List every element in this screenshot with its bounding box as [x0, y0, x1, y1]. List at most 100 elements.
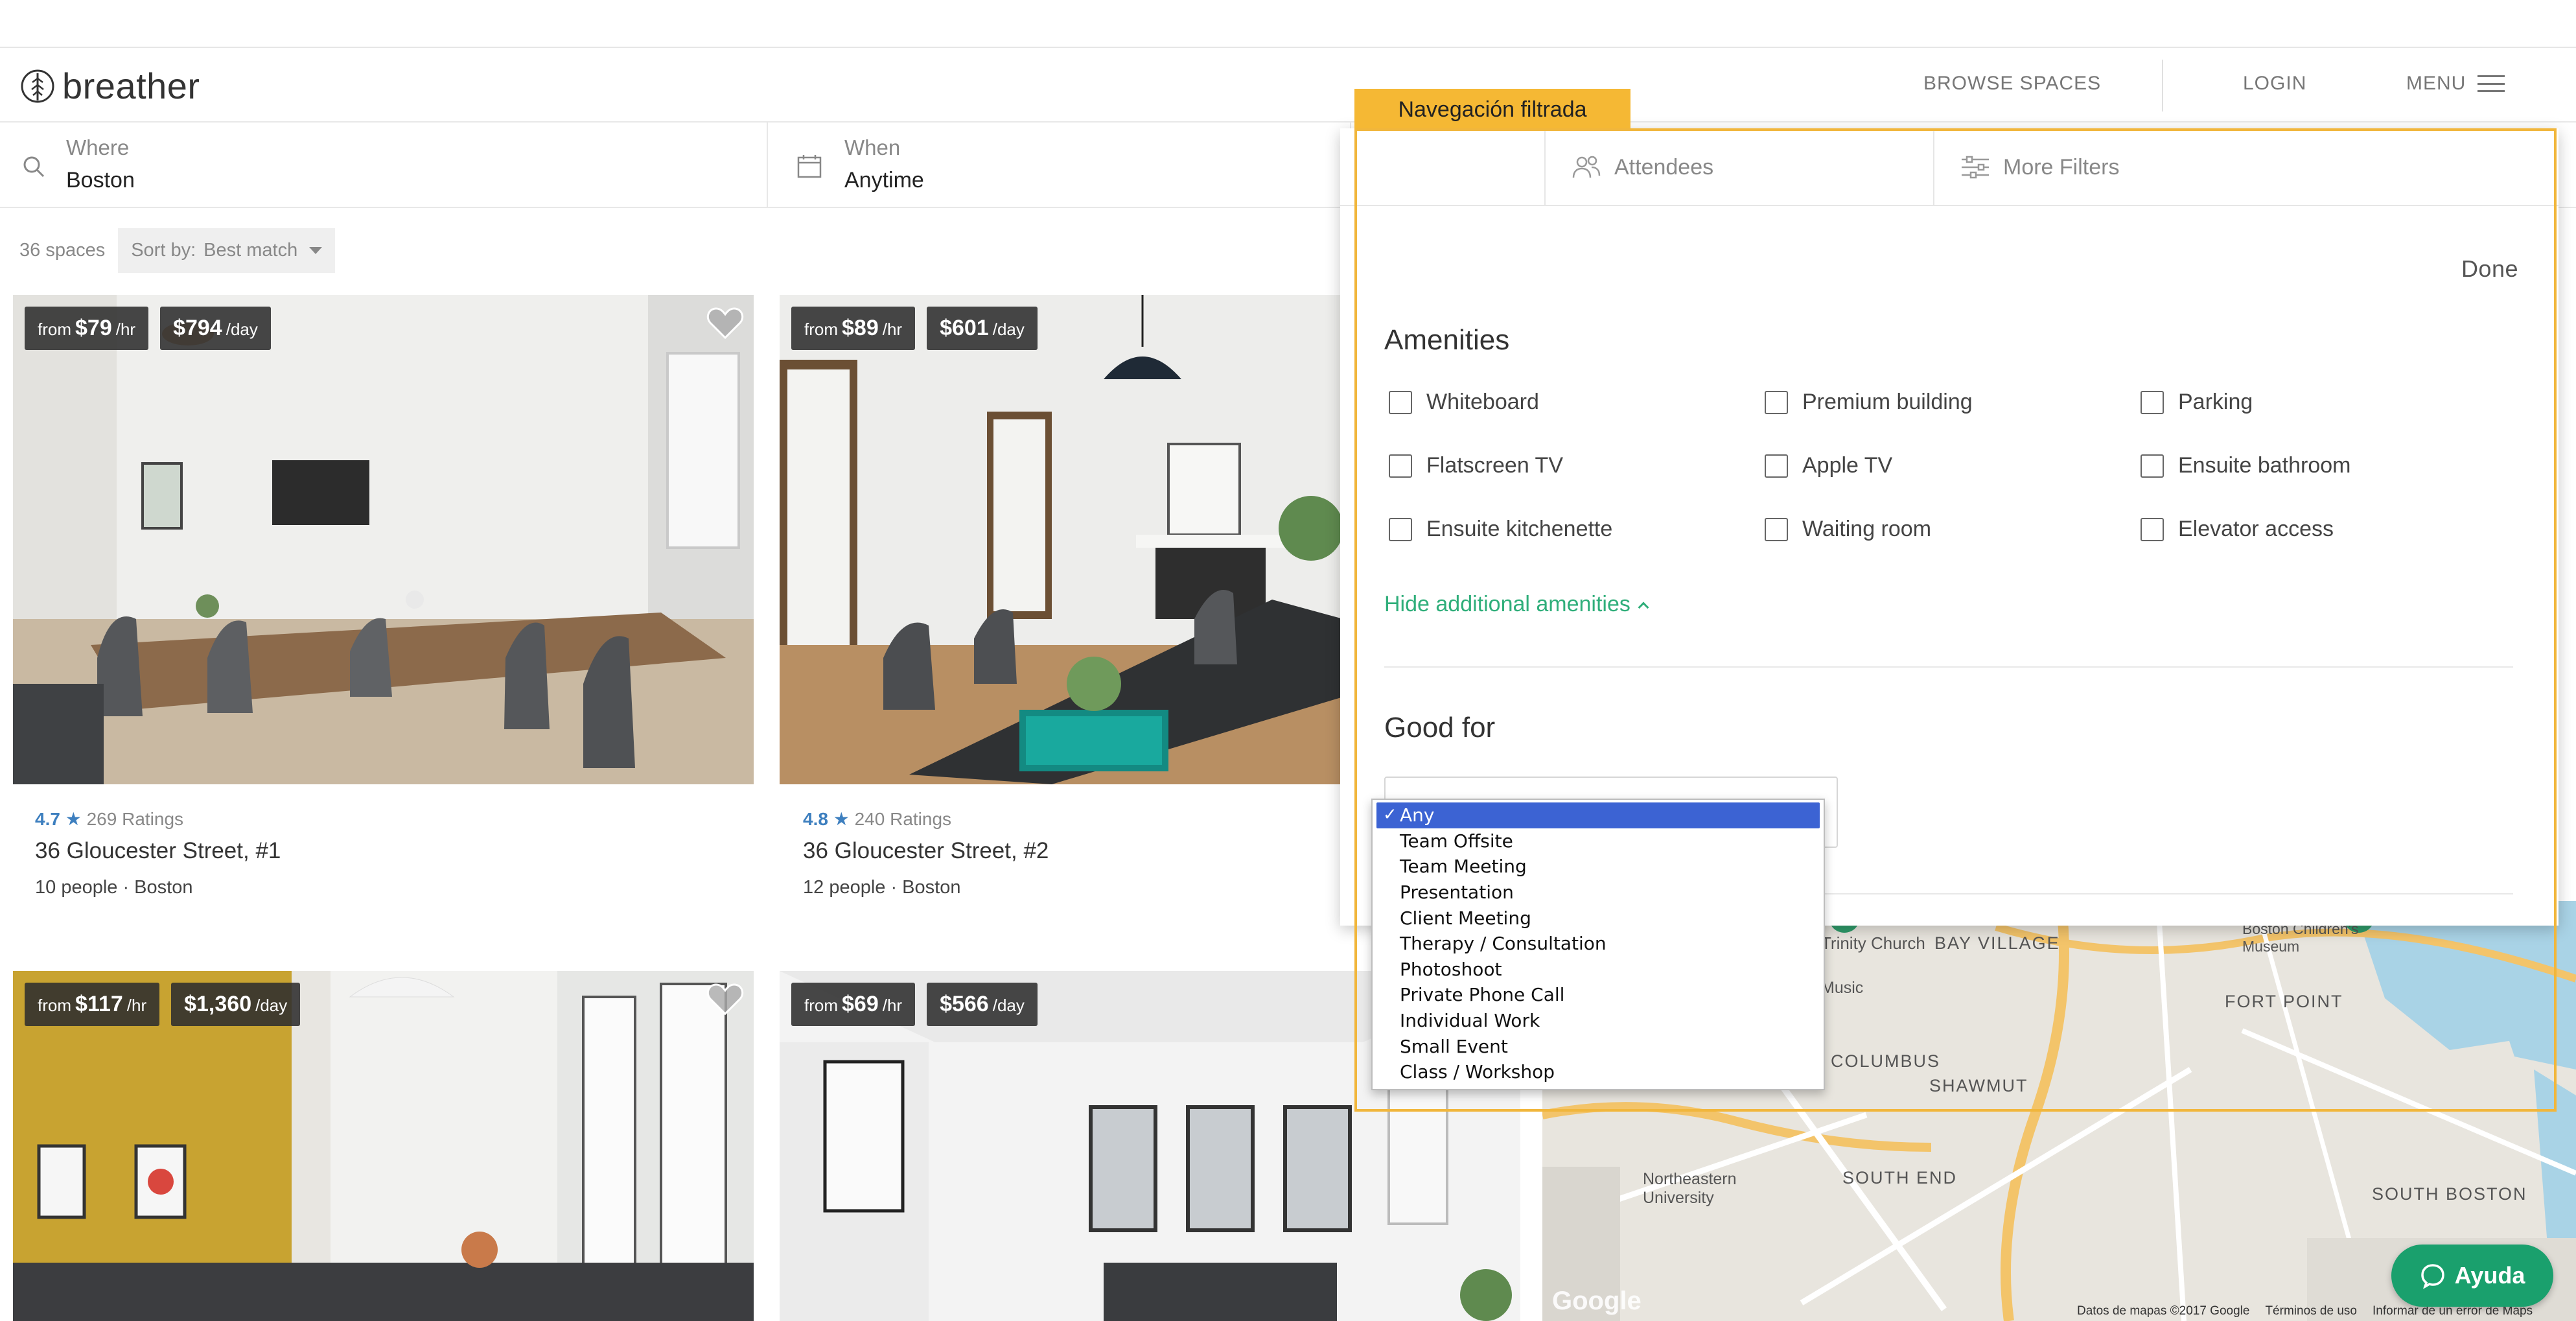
good-for-title: Good for — [1384, 712, 1496, 743]
hourly-price: $89 — [842, 316, 879, 340]
where-value[interactable]: Boston — [66, 168, 135, 193]
browser-top-bar — [0, 0, 2576, 48]
dropdown-option[interactable]: Class / Workshop — [1373, 1059, 1824, 1085]
dropdown-option[interactable]: Small Event — [1373, 1033, 1824, 1059]
price-from: from — [804, 996, 838, 1015]
listing-title[interactable]: 36 Gloucester Street, #1 — [35, 838, 281, 864]
map-label: BAY VILLAGE — [1934, 933, 2060, 953]
hourly-price: $79 — [75, 316, 112, 340]
dropdown-option[interactable]: Photoshoot — [1373, 957, 1824, 983]
amenity-label: Whiteboard — [1426, 390, 1539, 414]
calendar-icon — [797, 155, 822, 178]
amenity-premium-building[interactable]: Premium building — [1765, 390, 1973, 415]
daily-price: $601 — [940, 316, 989, 340]
good-for-dropdown[interactable]: ✓ Any Team Offsite Team Meeting Presentat… — [1371, 799, 1825, 1090]
brand-logo[interactable]: breather — [19, 65, 200, 107]
tab-attendees[interactable]: Attendees — [1544, 128, 1933, 206]
amenity-whiteboard[interactable]: Whiteboard — [1389, 390, 1539, 415]
amenity-label: Parking — [2178, 390, 2253, 414]
checkbox[interactable] — [1765, 517, 1788, 541]
ratings-count: 269 Ratings — [86, 809, 184, 829]
nav-menu-button[interactable]: MENU — [2406, 73, 2505, 95]
checkbox[interactable] — [1765, 390, 1788, 414]
price-badges: from $117/hr $1,360/day — [25, 983, 301, 1026]
dropdown-option[interactable]: Private Phone Call — [1373, 982, 1824, 1008]
brand-name: breather — [62, 65, 200, 106]
help-label: Ayuda — [2454, 1262, 2525, 1289]
map-label: Trinity Church — [1821, 933, 1925, 953]
listing-card[interactable]: from $79/hr $794/day 4.7 ★ 269 Ratings 36… — [13, 295, 754, 911]
amenity-label: Ensuite kitchenette — [1426, 517, 1613, 541]
sliders-icon — [1962, 156, 1989, 179]
star-icon: ★ — [65, 809, 82, 829]
amenity-apple-tv[interactable]: Apple TV — [1765, 453, 1892, 478]
results-bar: 36 spaces Sort by: Best match — [19, 228, 336, 273]
breather-logo-icon — [21, 69, 54, 102]
where-label: Where — [66, 135, 130, 159]
done-button[interactable]: Done — [2461, 255, 2518, 283]
dropdown-option[interactable]: Client Meeting — [1373, 905, 1824, 931]
daily-unit: /day — [992, 996, 1025, 1015]
checkbox[interactable] — [1389, 517, 1412, 541]
hide-amenities-link[interactable]: Hide additional amenities — [1384, 592, 1649, 617]
listing-photo — [13, 295, 754, 784]
caret-down-icon — [309, 247, 323, 254]
checkbox[interactable] — [2141, 390, 2164, 414]
nav-login[interactable]: LOGIN — [2243, 73, 2306, 95]
hamburger-icon — [2477, 75, 2505, 92]
when-field[interactable]: When Anytime — [768, 123, 1351, 208]
checkbox[interactable] — [2141, 454, 2164, 478]
divider — [1384, 666, 2513, 668]
dropdown-option[interactable]: Individual Work — [1373, 1008, 1824, 1034]
listing-card[interactable]: from $89/hr $601/day 4.8 ★ 240 Ratings 36… — [780, 295, 1343, 911]
hourly-unit: /hr — [126, 996, 147, 1015]
dropdown-option[interactable]: Team Offsite — [1373, 828, 1824, 854]
sort-dropdown[interactable]: Sort by: Best match — [118, 228, 336, 273]
map-label: SHAWMUT — [1929, 1076, 2028, 1095]
dropdown-option-any[interactable]: ✓ Any — [1376, 802, 1820, 828]
listing-card[interactable]: from $117/hr $1,360/day — [13, 971, 754, 1321]
map-data-credit: Datos de mapas ©2017 Google — [2077, 1304, 2250, 1318]
map-terms-link[interactable]: Términos de uso — [2265, 1304, 2357, 1318]
tab-more-filters[interactable]: More Filters — [1933, 128, 2559, 206]
dropdown-option[interactable]: Therapy / Consultation — [1373, 931, 1824, 957]
hourly-price-badge: from $117/hr — [25, 983, 160, 1026]
amenities-title: Amenities — [1384, 324, 1510, 356]
checkmark-icon: ✓ — [1383, 805, 1397, 824]
price-from: from — [38, 996, 71, 1015]
hourly-price-badge: from $69/hr — [791, 983, 916, 1026]
when-value[interactable]: Anytime — [844, 168, 924, 193]
amenity-flatscreen-tv[interactable]: Flatscreen TV — [1389, 453, 1563, 478]
heart-icon[interactable] — [706, 307, 744, 340]
help-button[interactable]: Ayuda — [2391, 1245, 2553, 1307]
heart-icon[interactable] — [706, 983, 744, 1016]
callout-label: Navegación filtrada — [1354, 89, 1630, 131]
hourly-price: $117 — [75, 992, 123, 1016]
amenity-ensuite-bathroom[interactable]: Ensuite bathroom — [2141, 453, 2351, 478]
amenity-waiting-room[interactable]: Waiting room — [1765, 517, 1931, 542]
listing-title[interactable]: 36 Gloucester Street, #2 — [803, 838, 1049, 864]
amenity-elevator-access[interactable]: Elevator access — [2141, 517, 2334, 542]
attendees-icon — [1572, 156, 1601, 178]
rating: 4.7 ★ 269 Ratings — [35, 808, 183, 830]
daily-price-badge: $566/day — [927, 983, 1038, 1026]
checkbox[interactable] — [1389, 390, 1412, 414]
checkbox[interactable] — [2141, 517, 2164, 541]
checkbox[interactable] — [1389, 454, 1412, 478]
checkbox[interactable] — [1765, 454, 1788, 478]
option-label: Private Phone Call — [1400, 984, 1565, 1006]
nav-browse-spaces[interactable]: BROWSE SPACES — [1923, 73, 2101, 95]
amenity-ensuite-kitchenette[interactable]: Ensuite kitchenette — [1389, 517, 1612, 542]
daily-price-badge: $794/day — [160, 307, 271, 350]
where-field[interactable]: Where Boston — [0, 123, 768, 208]
rating-score: 4.8 — [803, 809, 828, 829]
dropdown-option[interactable]: Team Meeting — [1373, 854, 1824, 880]
hourly-price-badge: from $79/hr — [25, 307, 149, 350]
sort-label: Sort by: — [131, 240, 196, 261]
map-label: FORT POINT — [2225, 992, 2343, 1011]
hourly-unit: /hr — [115, 320, 136, 339]
dropdown-option[interactable]: Presentation — [1373, 880, 1824, 906]
amenity-parking[interactable]: Parking — [2141, 390, 2253, 415]
price-from: from — [38, 320, 71, 339]
option-label: Any — [1400, 804, 1435, 826]
